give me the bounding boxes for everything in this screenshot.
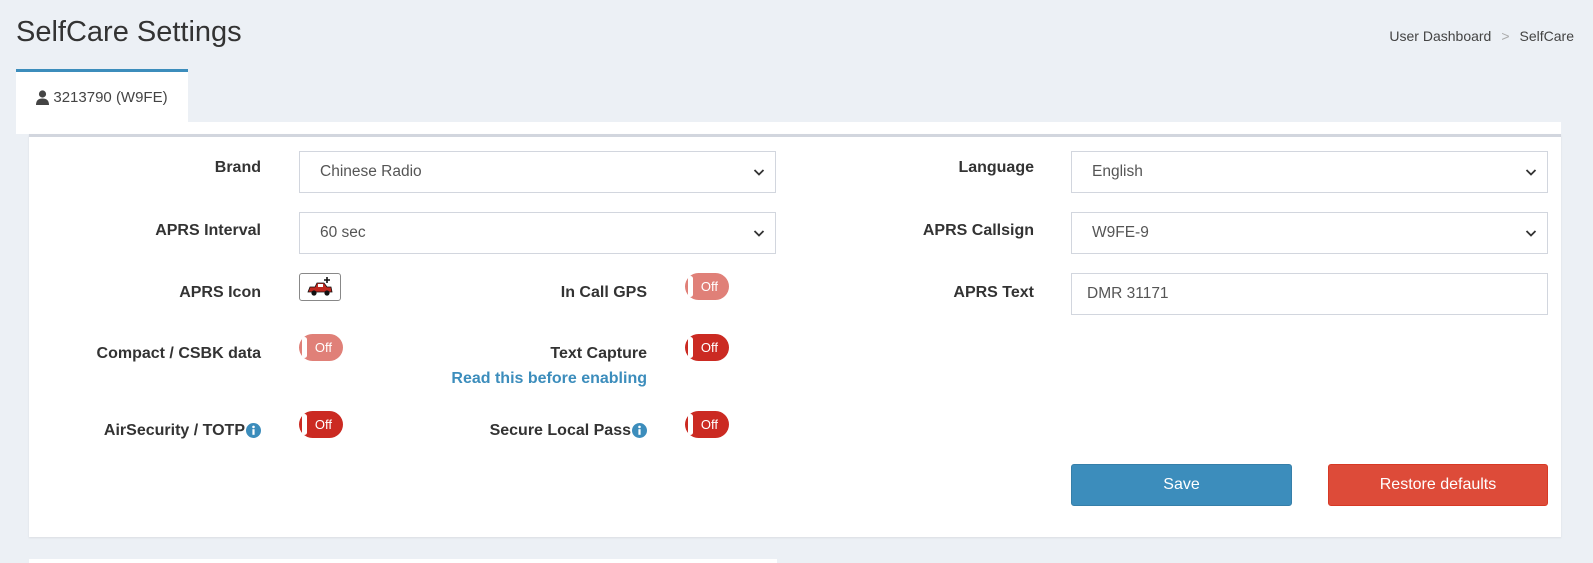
language-select-value: English	[1092, 163, 1143, 180]
breadcrumb: User Dashboard > SelfCare	[1389, 28, 1574, 44]
tab-content-top	[16, 122, 1561, 134]
language-select[interactable]: English	[1071, 151, 1548, 193]
breadcrumb-item-dashboard[interactable]: User Dashboard	[1389, 28, 1491, 44]
aprs-callsign-select[interactable]: W9FE-9	[1071, 212, 1548, 254]
text-capture-toggle[interactable]: Off	[685, 334, 729, 361]
next-card-edge	[29, 559, 777, 563]
text-capture-label: Text Capture	[550, 345, 647, 362]
user-icon	[36, 89, 50, 105]
aprs-icon-label: APRS Icon	[179, 284, 261, 301]
toggle-state: Off	[314, 340, 332, 355]
toggle-knob	[688, 414, 693, 435]
chevron-down-icon	[753, 230, 765, 237]
aprs-interval-select[interactable]: 60 sec	[299, 212, 776, 254]
aprs-callsign-value: W9FE-9	[1092, 224, 1149, 241]
air-security-toggle[interactable]: Off	[299, 411, 343, 438]
air-security-label-text: AirSecurity / TOTP	[103, 422, 245, 439]
info-icon[interactable]	[632, 423, 647, 439]
toggle-state: Off	[314, 417, 332, 432]
toggle-knob	[302, 414, 307, 435]
toggle-knob	[688, 337, 693, 358]
brand-select-value: Chinese Radio	[320, 163, 422, 180]
aprs-callsign-label: APRS Callsign	[922, 222, 1034, 239]
info-icon[interactable]	[246, 423, 261, 439]
language-label: Language	[958, 159, 1034, 176]
car-icon	[307, 277, 333, 296]
breadcrumb-item-selfcare: SelfCare	[1519, 28, 1574, 44]
toggle-knob	[302, 337, 307, 358]
aprs-interval-label: APRS Interval	[155, 222, 261, 239]
aprs-text-label: APRS Text	[953, 284, 1034, 301]
aprs-text-value: DMR 31171	[1087, 285, 1169, 302]
aprs-icon-picker[interactable]	[299, 273, 341, 301]
secure-local-pass-label: Secure Local Pass	[490, 422, 647, 440]
restore-defaults-button[interactable]: Restore defaults	[1328, 464, 1548, 506]
compact-csbk-label: Compact / CSBK data	[96, 345, 261, 362]
toggle-state: Off	[700, 417, 718, 432]
toggle-knob	[688, 276, 693, 297]
air-security-label: AirSecurity / TOTP	[104, 422, 261, 440]
aprs-text-input[interactable]: DMR 31171	[1071, 273, 1548, 315]
breadcrumb-separator: >	[1501, 28, 1510, 44]
text-capture-read-link[interactable]: Read this before enabling	[451, 370, 647, 388]
in-call-gps-label: In Call GPS	[560, 284, 647, 301]
tab-label: 3213790 (W9FE)	[53, 88, 168, 106]
brand-select[interactable]: Chinese Radio	[299, 151, 776, 193]
chevron-down-icon	[1525, 169, 1537, 176]
toggle-state: Off	[700, 340, 718, 355]
aprs-interval-value: 60 sec	[320, 224, 366, 241]
chevron-down-icon	[1525, 230, 1537, 237]
chevron-down-icon	[753, 169, 765, 176]
secure-local-pass-toggle[interactable]: Off	[685, 411, 729, 438]
secure-local-pass-label-text: Secure Local Pass	[489, 422, 631, 439]
compact-csbk-toggle[interactable]: Off	[299, 334, 343, 361]
toggle-state: Off	[700, 279, 718, 294]
page-title: SelfCare Settings	[16, 16, 242, 48]
save-button[interactable]: Save	[1071, 464, 1292, 506]
brand-label: Brand	[214, 159, 261, 176]
in-call-gps-toggle[interactable]: Off	[685, 273, 729, 300]
tab-user-profile[interactable]: 3213790 (W9FE)	[16, 69, 188, 122]
